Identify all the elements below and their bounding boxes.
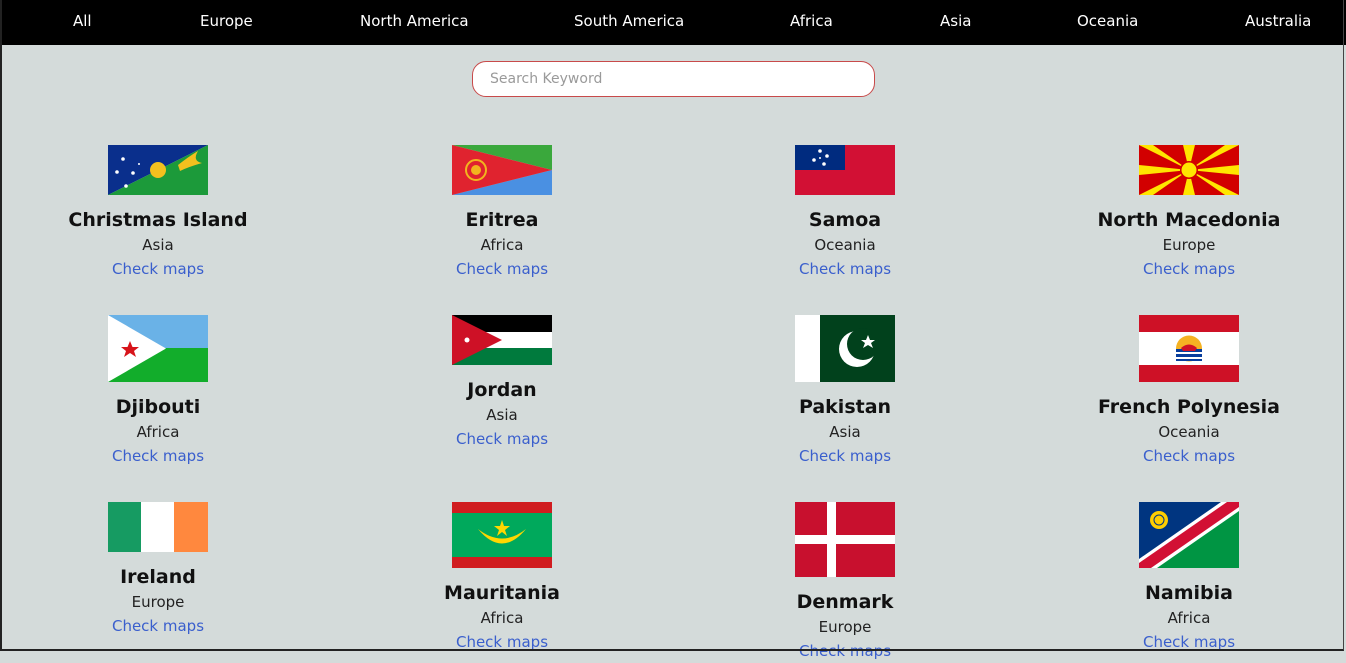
check-maps-link[interactable]: Check maps bbox=[0, 444, 318, 468]
search-box bbox=[472, 61, 875, 97]
country-card: Denmark Europe Check maps bbox=[685, 502, 1005, 663]
country-region: Africa bbox=[480, 609, 524, 627]
check-maps-link[interactable]: Check maps bbox=[342, 257, 662, 281]
namibia-flag-icon bbox=[1139, 502, 1239, 568]
country-card: French Polynesia Oceania Check maps bbox=[1029, 315, 1346, 468]
country-name: Denmark bbox=[796, 591, 894, 613]
check-maps-link[interactable]: Check maps bbox=[1029, 444, 1346, 468]
region-nav-bar: All Europe North America South America A… bbox=[0, 0, 1346, 45]
country-card: Namibia Africa Check maps bbox=[1029, 502, 1346, 654]
country-card: North Macedonia Europe Check maps bbox=[1029, 145, 1346, 281]
country-region: Africa bbox=[136, 423, 180, 441]
check-maps-link[interactable]: Check maps bbox=[1029, 630, 1346, 654]
christmas-island-flag-icon bbox=[108, 145, 208, 195]
nav-item-all[interactable]: All bbox=[73, 12, 92, 30]
country-name: Djibouti bbox=[115, 396, 201, 418]
check-maps-link[interactable]: Check maps bbox=[1029, 257, 1346, 281]
check-maps-link[interactable]: Check maps bbox=[342, 630, 662, 654]
north-macedonia-flag-icon bbox=[1139, 145, 1239, 195]
country-region: Oceania bbox=[1158, 423, 1220, 441]
country-card: Jordan Asia Check maps bbox=[342, 315, 662, 451]
country-name: Ireland bbox=[120, 566, 196, 588]
nav-item-africa[interactable]: Africa bbox=[790, 12, 833, 30]
nav-item-north-america[interactable]: North America bbox=[360, 12, 469, 30]
check-maps-link[interactable]: Check maps bbox=[685, 639, 1005, 663]
country-region: Asia bbox=[486, 406, 518, 424]
nav-item-europe[interactable]: Europe bbox=[200, 12, 253, 30]
country-region: Asia bbox=[142, 236, 174, 254]
country-name: North Macedonia bbox=[1097, 209, 1281, 231]
ireland-flag-icon bbox=[108, 502, 208, 552]
country-card: Ireland Europe Check maps bbox=[0, 502, 318, 638]
country-region: Asia bbox=[829, 423, 861, 441]
french-polynesia-flag-icon bbox=[1139, 315, 1239, 382]
country-name: Eritrea bbox=[465, 209, 539, 231]
country-name: French Polynesia bbox=[1098, 396, 1280, 418]
country-name: Jordan bbox=[467, 379, 537, 401]
pakistan-flag-icon bbox=[795, 315, 895, 382]
country-card: Pakistan Asia Check maps bbox=[685, 315, 1005, 468]
mauritania-flag-icon bbox=[452, 502, 552, 568]
country-name: Mauritania bbox=[444, 582, 560, 604]
jordan-flag-icon bbox=[452, 315, 552, 365]
country-card: Eritrea Africa Check maps bbox=[342, 145, 662, 281]
samoa-flag-icon bbox=[795, 145, 895, 195]
check-maps-link[interactable]: Check maps bbox=[0, 257, 318, 281]
country-region: Africa bbox=[480, 236, 524, 254]
djibouti-flag-icon bbox=[108, 315, 208, 382]
country-card: Mauritania Africa Check maps bbox=[342, 502, 662, 654]
country-region: Oceania bbox=[814, 236, 876, 254]
country-region: Europe bbox=[131, 593, 185, 611]
country-region: Europe bbox=[818, 618, 872, 636]
check-maps-link[interactable]: Check maps bbox=[342, 427, 662, 451]
check-maps-link[interactable]: Check maps bbox=[0, 614, 318, 638]
country-card: Djibouti Africa Check maps bbox=[0, 315, 318, 468]
nav-item-oceania[interactable]: Oceania bbox=[1077, 12, 1138, 30]
check-maps-link[interactable]: Check maps bbox=[685, 444, 1005, 468]
nav-item-asia[interactable]: Asia bbox=[940, 12, 971, 30]
check-maps-link[interactable]: Check maps bbox=[685, 257, 1005, 281]
country-name: Namibia bbox=[1145, 582, 1233, 604]
country-name: Pakistan bbox=[798, 396, 892, 418]
search-input[interactable] bbox=[488, 62, 872, 96]
eritrea-flag-icon bbox=[452, 145, 552, 195]
country-name: Samoa bbox=[808, 209, 882, 231]
country-card: Christmas Island Asia Check maps bbox=[0, 145, 318, 281]
denmark-flag-icon bbox=[795, 502, 895, 577]
nav-item-australia[interactable]: Australia bbox=[1245, 12, 1311, 30]
country-region: Europe bbox=[1162, 236, 1216, 254]
country-name: Christmas Island bbox=[68, 209, 248, 231]
country-region: Africa bbox=[1167, 609, 1211, 627]
country-card: Samoa Oceania Check maps bbox=[685, 145, 1005, 281]
nav-item-south-america[interactable]: South America bbox=[574, 12, 684, 30]
